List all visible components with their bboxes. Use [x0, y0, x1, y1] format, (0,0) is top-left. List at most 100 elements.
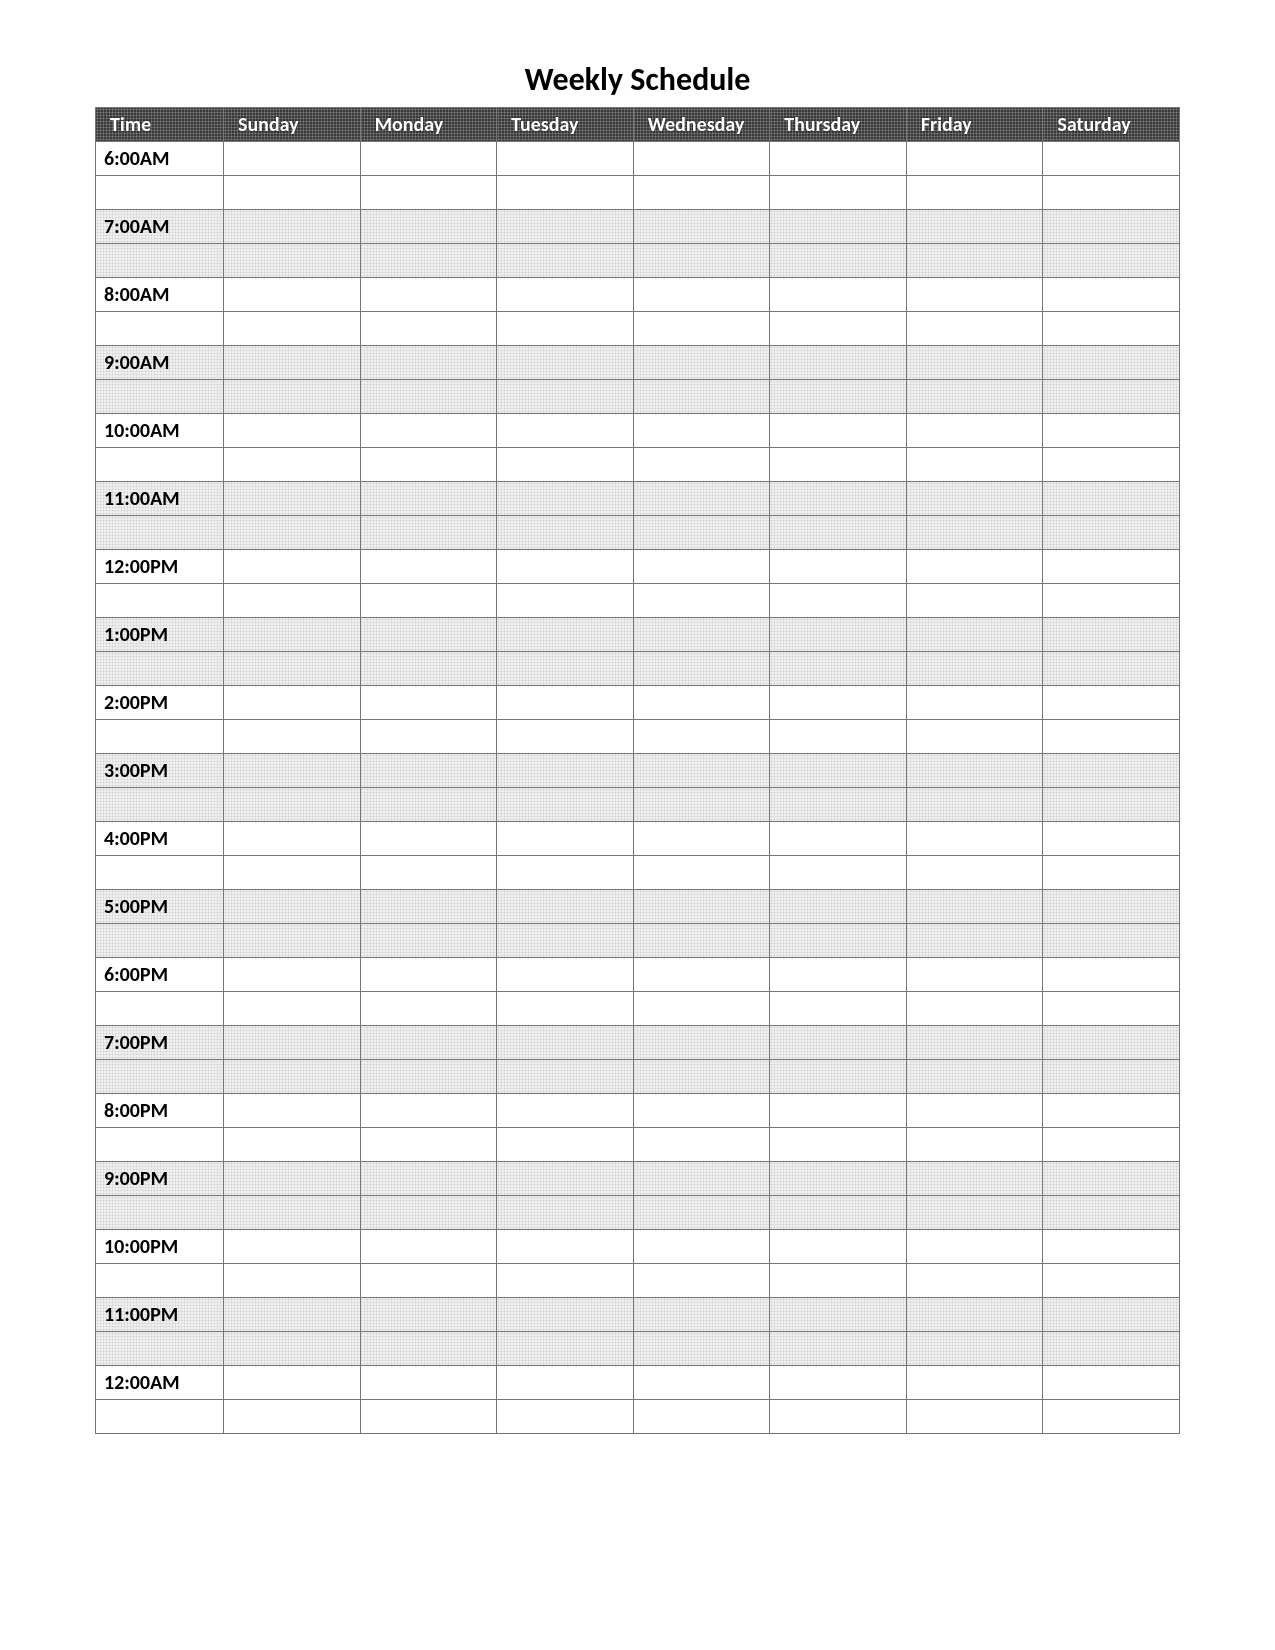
schedule-cell[interactable] [497, 1026, 634, 1060]
schedule-cell[interactable] [906, 1196, 1043, 1230]
schedule-cell[interactable] [224, 1060, 361, 1094]
schedule-cell[interactable] [906, 1094, 1043, 1128]
schedule-cell[interactable] [497, 958, 634, 992]
schedule-cell[interactable] [497, 1162, 634, 1196]
schedule-cell[interactable] [633, 1026, 770, 1060]
schedule-cell[interactable] [224, 482, 361, 516]
schedule-cell[interactable] [633, 176, 770, 210]
schedule-cell[interactable] [497, 1094, 634, 1128]
schedule-cell[interactable] [497, 618, 634, 652]
schedule-cell[interactable] [770, 380, 907, 414]
schedule-cell[interactable] [360, 142, 497, 176]
schedule-cell[interactable] [770, 482, 907, 516]
schedule-cell[interactable] [497, 380, 634, 414]
schedule-cell[interactable] [1043, 1196, 1180, 1230]
schedule-cell[interactable] [770, 686, 907, 720]
schedule-cell[interactable] [360, 1094, 497, 1128]
schedule-cell[interactable] [1043, 1400, 1180, 1434]
schedule-cell[interactable] [906, 1332, 1043, 1366]
schedule-cell[interactable] [1043, 1366, 1180, 1400]
schedule-cell[interactable] [497, 1196, 634, 1230]
schedule-cell[interactable] [1043, 652, 1180, 686]
schedule-cell[interactable] [497, 142, 634, 176]
schedule-cell[interactable] [1043, 856, 1180, 890]
schedule-cell[interactable] [360, 278, 497, 312]
schedule-cell[interactable] [633, 1230, 770, 1264]
schedule-cell[interactable] [906, 924, 1043, 958]
schedule-cell[interactable] [224, 312, 361, 346]
schedule-cell[interactable] [224, 924, 361, 958]
schedule-cell[interactable] [360, 380, 497, 414]
schedule-cell[interactable] [224, 788, 361, 822]
schedule-cell[interactable] [360, 822, 497, 856]
schedule-cell[interactable] [360, 516, 497, 550]
schedule-cell[interactable] [1043, 1298, 1180, 1332]
schedule-cell[interactable] [906, 958, 1043, 992]
schedule-cell[interactable] [906, 1060, 1043, 1094]
schedule-cell[interactable] [1043, 1230, 1180, 1264]
schedule-cell[interactable] [224, 856, 361, 890]
schedule-cell[interactable] [497, 550, 634, 584]
schedule-cell[interactable] [360, 482, 497, 516]
schedule-cell[interactable] [633, 346, 770, 380]
schedule-cell[interactable] [770, 1026, 907, 1060]
schedule-cell[interactable] [1043, 278, 1180, 312]
schedule-cell[interactable] [770, 550, 907, 584]
schedule-cell[interactable] [224, 890, 361, 924]
schedule-cell[interactable] [770, 1060, 907, 1094]
schedule-cell[interactable] [906, 1026, 1043, 1060]
schedule-cell[interactable] [497, 822, 634, 856]
schedule-cell[interactable] [224, 516, 361, 550]
schedule-cell[interactable] [1043, 754, 1180, 788]
schedule-cell[interactable] [224, 1400, 361, 1434]
schedule-cell[interactable] [906, 992, 1043, 1026]
schedule-cell[interactable] [770, 244, 907, 278]
schedule-cell[interactable] [360, 890, 497, 924]
schedule-cell[interactable] [497, 244, 634, 278]
schedule-cell[interactable] [770, 312, 907, 346]
schedule-cell[interactable] [1043, 142, 1180, 176]
schedule-cell[interactable] [906, 1264, 1043, 1298]
schedule-cell[interactable] [906, 618, 1043, 652]
schedule-cell[interactable] [360, 618, 497, 652]
schedule-cell[interactable] [633, 448, 770, 482]
schedule-cell[interactable] [770, 346, 907, 380]
schedule-cell[interactable] [360, 414, 497, 448]
schedule-cell[interactable] [497, 788, 634, 822]
schedule-cell[interactable] [633, 1264, 770, 1298]
schedule-cell[interactable] [633, 244, 770, 278]
schedule-cell[interactable] [497, 1060, 634, 1094]
schedule-cell[interactable] [770, 210, 907, 244]
schedule-cell[interactable] [360, 1230, 497, 1264]
schedule-cell[interactable] [360, 346, 497, 380]
schedule-cell[interactable] [633, 482, 770, 516]
schedule-cell[interactable] [906, 788, 1043, 822]
schedule-cell[interactable] [770, 924, 907, 958]
schedule-cell[interactable] [770, 788, 907, 822]
schedule-cell[interactable] [770, 1298, 907, 1332]
schedule-cell[interactable] [633, 312, 770, 346]
schedule-cell[interactable] [224, 1162, 361, 1196]
schedule-cell[interactable] [497, 686, 634, 720]
schedule-cell[interactable] [906, 482, 1043, 516]
schedule-cell[interactable] [906, 210, 1043, 244]
schedule-cell[interactable] [497, 1128, 634, 1162]
schedule-cell[interactable] [224, 754, 361, 788]
schedule-cell[interactable] [633, 142, 770, 176]
schedule-cell[interactable] [497, 346, 634, 380]
schedule-cell[interactable] [770, 822, 907, 856]
schedule-cell[interactable] [770, 618, 907, 652]
schedule-cell[interactable] [224, 550, 361, 584]
schedule-cell[interactable] [497, 754, 634, 788]
schedule-cell[interactable] [906, 1162, 1043, 1196]
schedule-cell[interactable] [224, 210, 361, 244]
schedule-cell[interactable] [497, 856, 634, 890]
schedule-cell[interactable] [633, 1128, 770, 1162]
schedule-cell[interactable] [497, 1332, 634, 1366]
schedule-cell[interactable] [770, 1366, 907, 1400]
schedule-cell[interactable] [770, 1094, 907, 1128]
schedule-cell[interactable] [360, 1026, 497, 1060]
schedule-cell[interactable] [1043, 720, 1180, 754]
schedule-cell[interactable] [1043, 1332, 1180, 1366]
schedule-cell[interactable] [360, 1298, 497, 1332]
